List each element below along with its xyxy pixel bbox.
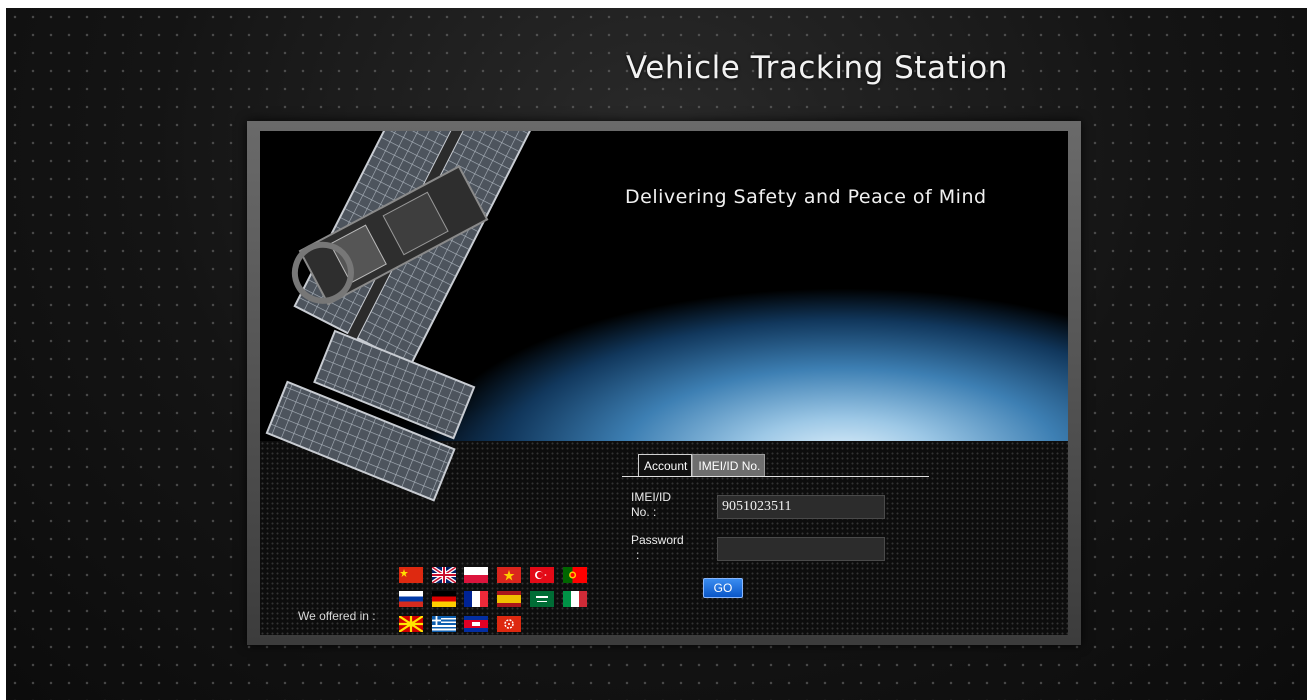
tab-divider <box>622 476 929 477</box>
imei-input[interactable] <box>717 495 885 519</box>
macedonia-flag-icon[interactable] <box>399 616 423 632</box>
germany-flag-icon[interactable] <box>432 591 456 607</box>
tab-imei[interactable]: IMEI/ID No. <box>692 454 766 476</box>
cambodia-flag-icon[interactable] <box>464 616 488 632</box>
france-flag-icon[interactable] <box>464 591 488 607</box>
login-tabs: Account IMEI/ID No. <box>638 454 766 476</box>
password-input[interactable] <box>717 537 885 561</box>
login-frame: Delivering Safety and Peace of Mind Acco… <box>247 121 1081 645</box>
page-background: Vehicle Tracking Station Delivering Safe… <box>6 8 1307 700</box>
password-label-line2: : <box>636 548 640 562</box>
uk-flag-icon[interactable] <box>432 567 456 583</box>
go-button[interactable]: GO <box>703 578 743 598</box>
turkey-flag-icon[interactable] <box>530 567 554 583</box>
saudi-arabia-flag-icon[interactable] <box>530 591 554 607</box>
password-label: Password : <box>631 533 684 563</box>
russia-flag-icon[interactable] <box>399 591 423 607</box>
greece-flag-icon[interactable] <box>432 616 456 632</box>
imei-label: IMEI/ID No. : <box>631 490 671 520</box>
site-title: Vehicle Tracking Station <box>626 50 1008 86</box>
tagline: Delivering Safety and Peace of Mind <box>625 186 987 208</box>
imei-label-line2: No. : <box>631 505 657 519</box>
vietnam-flag-icon[interactable] <box>497 567 521 583</box>
imei-label-line1: IMEI/ID <box>631 490 672 504</box>
spain-flag-icon[interactable] <box>497 591 521 607</box>
password-label-line1: Password <box>631 533 684 547</box>
italy-flag-icon[interactable] <box>563 591 587 607</box>
earth-banner: Delivering Safety and Peace of Mind <box>260 131 1068 441</box>
login-panel: Delivering Safety and Peace of Mind Acco… <box>260 131 1068 635</box>
portugal-flag-icon[interactable] <box>563 567 587 583</box>
china-flag-icon[interactable] <box>399 567 423 583</box>
tab-account[interactable]: Account <box>638 454 693 476</box>
poland-flag-icon[interactable] <box>464 567 488 583</box>
languages-label: We offered in : <box>298 609 376 623</box>
hong-kong-flag-icon[interactable] <box>497 616 521 632</box>
